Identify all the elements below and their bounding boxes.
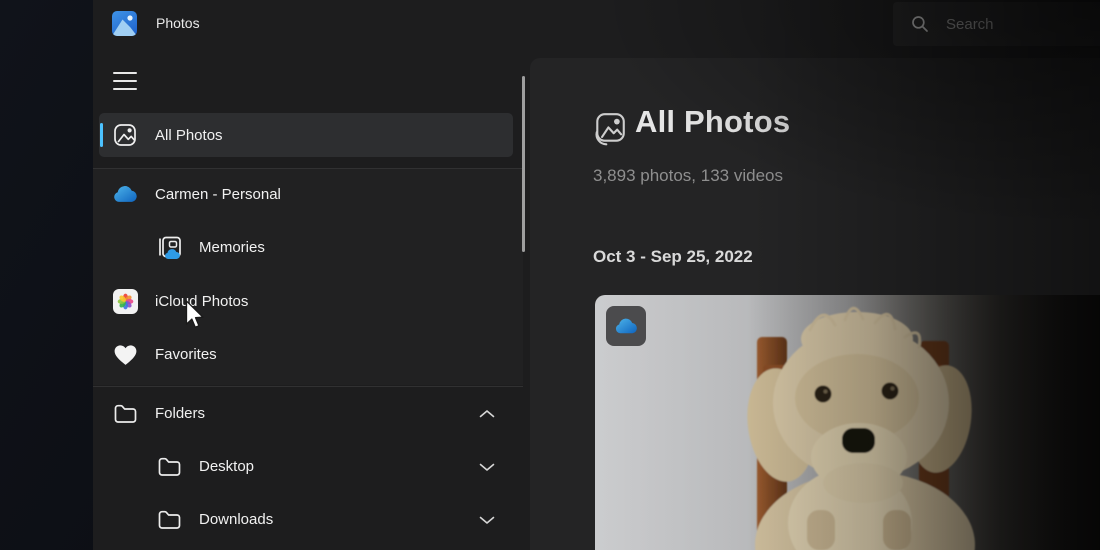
sidebar-item-label: Favorites xyxy=(155,346,217,363)
search-input[interactable] xyxy=(944,15,1078,34)
search-box[interactable] xyxy=(893,2,1100,46)
sidebar-item-label: iCloud Photos xyxy=(155,293,248,310)
heart-icon xyxy=(111,340,139,368)
sidebar-item-icloud-photos[interactable]: iCloud Photos xyxy=(99,279,513,323)
sidebar-scrollbar[interactable] xyxy=(522,76,525,252)
sidebar-item-carmen-personal[interactable]: Carmen - Personal xyxy=(99,172,513,216)
onedrive-sync-badge xyxy=(606,306,646,346)
all-photos-header-icon xyxy=(592,111,628,152)
sidebar-item-label: Desktop xyxy=(199,458,254,475)
hamburger-icon xyxy=(113,72,137,74)
folder-icon xyxy=(155,505,183,533)
page-title: All Photos xyxy=(635,104,790,140)
sidebar-item-favorites[interactable]: Favorites xyxy=(99,332,513,376)
selection-accent-bar xyxy=(100,123,103,147)
sidebar-item-folders[interactable]: Folders xyxy=(99,391,513,435)
sidebar-item-label: Carmen - Personal xyxy=(155,186,281,203)
chevron-down-icon[interactable] xyxy=(479,512,495,524)
sidebar: All Photos Carmen - Personal xyxy=(93,0,530,550)
sidebar-item-label: Memories xyxy=(199,239,265,256)
chevron-up-icon[interactable] xyxy=(479,406,495,418)
chevron-down-icon[interactable] xyxy=(479,459,495,471)
sidebar-item-memories[interactable]: Memories xyxy=(99,225,513,269)
sidebar-item-label: All Photos xyxy=(155,127,223,144)
photos-app-window: Photos All Photos xyxy=(93,0,1100,550)
sidebar-item-all-photos[interactable]: All Photos xyxy=(99,113,513,157)
onedrive-cloud-icon xyxy=(613,317,639,335)
sidebar-item-label: Folders xyxy=(155,405,205,422)
onedrive-cloud-icon xyxy=(111,180,139,208)
main-content-panel: All Photos 3,893 photos, 133 videos Oct … xyxy=(530,58,1100,550)
date-range-header: Oct 3 - Sep 25, 2022 xyxy=(593,247,753,267)
photo-thumbnail-dog-on-chair[interactable] xyxy=(595,295,1100,550)
hamburger-menu-button[interactable] xyxy=(101,63,143,98)
sidebar-item-label: Downloads xyxy=(199,511,273,528)
search-icon xyxy=(911,15,929,33)
folder-icon xyxy=(155,452,183,480)
memories-album-icon xyxy=(155,233,183,261)
library-count-subtitle: 3,893 photos, 133 videos xyxy=(593,166,783,186)
folder-icon xyxy=(111,399,139,427)
sidebar-item-downloads[interactable]: Downloads xyxy=(99,497,513,541)
sidebar-divider xyxy=(93,386,523,387)
icloud-photos-icon xyxy=(111,287,139,315)
image-icon xyxy=(111,121,139,149)
sidebar-item-desktop[interactable]: Desktop xyxy=(99,444,513,488)
